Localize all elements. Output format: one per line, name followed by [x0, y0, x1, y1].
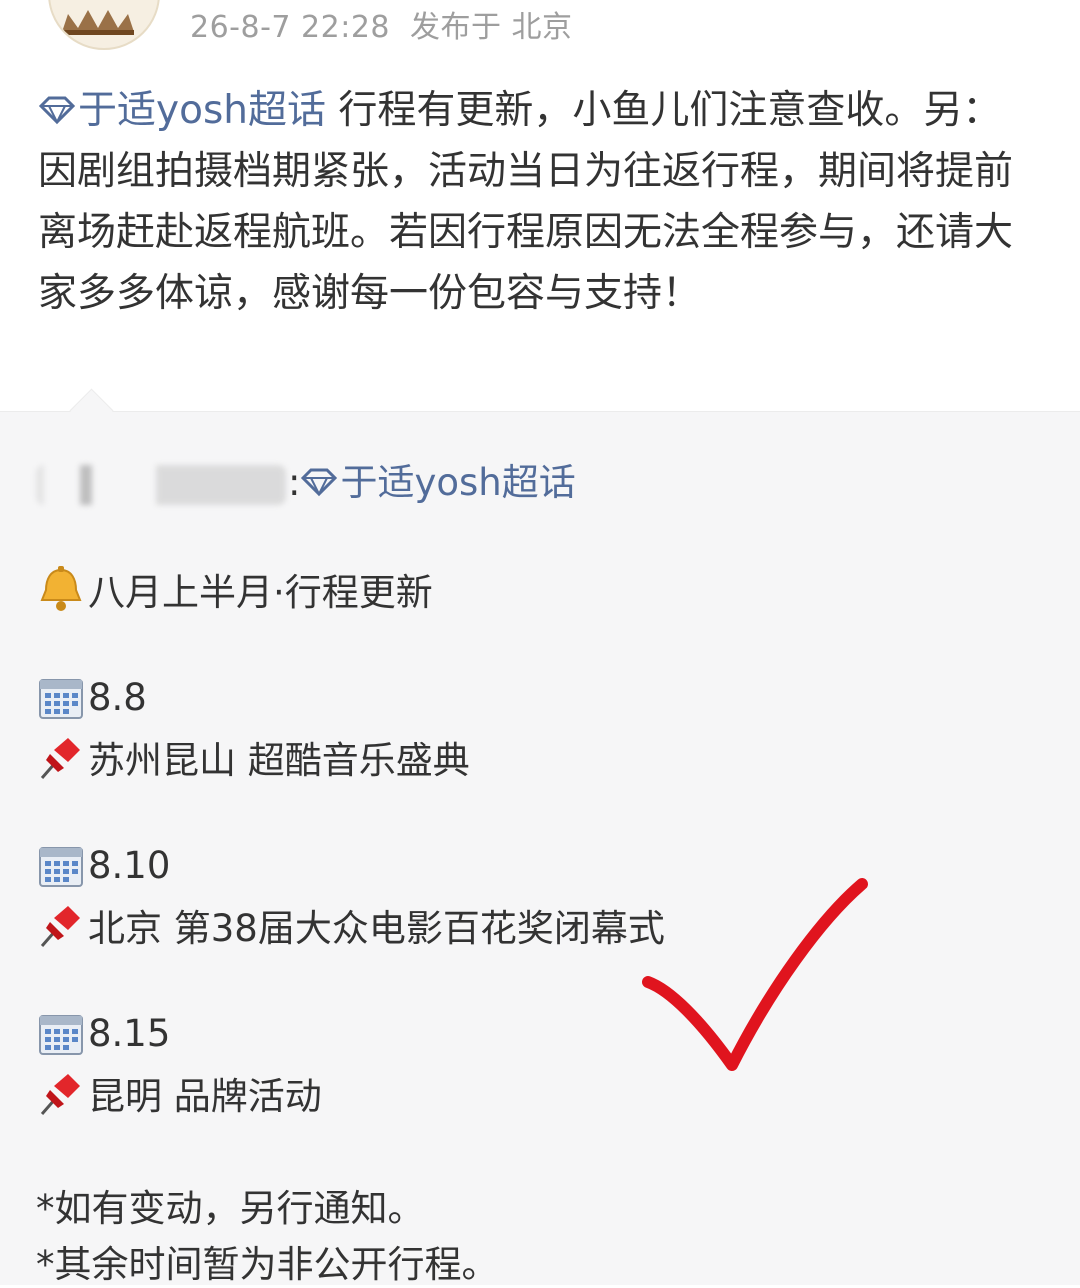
pushpin-icon [36, 902, 86, 948]
pushpin-icon [36, 1070, 86, 1116]
post-time: 26-8-7 22:28 [190, 10, 390, 45]
schedule-event-3: 昆明 品牌活动 [36, 1066, 322, 1120]
avatar[interactable] [48, 0, 160, 50]
schedule-heading-label: 八月上半月·行程更新 [88, 571, 433, 614]
schedule-heading: 八月上半月·行程更新 [36, 562, 433, 616]
schedule-event-2: 北京 第38届大众电影百花奖闭幕式 [36, 898, 665, 952]
topic-link[interactable]: 于适yosh超话 [38, 88, 338, 133]
schedule-event-label: 北京 第38届大众电影百花奖闭幕式 [88, 907, 665, 950]
schedule-date-label: 8.8 [88, 675, 147, 719]
repost-author-blurred[interactable] [36, 464, 286, 505]
schedule-date-label: 8.15 [88, 1011, 171, 1055]
repost-topic-label: 于适yosh超话 [340, 461, 576, 504]
topic-link-label: 于适yosh超话 [78, 88, 326, 133]
post-location: 发布于 北京 [410, 10, 573, 45]
calendar-icon [36, 1010, 86, 1056]
schedule-event-label: 苏州昆山 超酷音乐盛典 [88, 739, 470, 782]
repost-colon: : [288, 461, 301, 504]
pushpin-icon [36, 734, 86, 780]
schedule-date-2: 8.10 [36, 842, 170, 888]
calendar-icon [36, 842, 86, 888]
calendar-icon [36, 674, 86, 720]
schedule-event-1: 苏州昆山 超酷音乐盛典 [36, 730, 470, 784]
repost-header: : 于适yosh超话 [36, 452, 576, 505]
schedule-date-label: 8.10 [88, 843, 171, 887]
repost-topic-link[interactable]: 于适yosh超话 [300, 461, 576, 504]
repost-card[interactable]: : 于适yosh超话 八月上半月·行程更新 8.8 苏州昆山 超酷音乐盛典 8.1… [0, 388, 1080, 1286]
note-private: *其余时间暂为非公开行程。 [36, 1243, 499, 1286]
schedule-date-3: 8.15 [36, 1010, 170, 1056]
schedule-date-1: 8.8 [36, 674, 147, 720]
bell-icon [36, 566, 86, 612]
repost-notch [69, 388, 114, 433]
note-changes: *如有变动，另行通知。 [36, 1187, 425, 1230]
avatar-logo-icon [62, 10, 134, 35]
diamond-icon [38, 96, 76, 125]
post-meta: 26-8-7 22:28 发布于 北京 [190, 2, 573, 46]
schedule-event-label: 昆明 品牌活动 [88, 1075, 322, 1118]
red-checkmark [642, 878, 868, 1071]
diamond-icon [301, 468, 338, 497]
post-body: 于适yosh超话 行程有更新，小鱼儿们注意查收。另：因剧组拍摄档期紧张，活动当日… [38, 80, 1038, 324]
